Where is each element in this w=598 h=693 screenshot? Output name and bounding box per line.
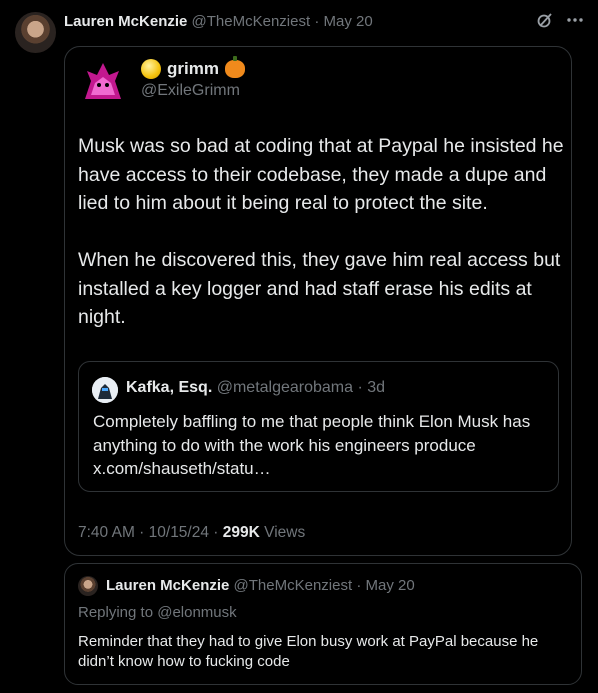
post-timestamp[interactable]: 7:40 AM · 10/15/24 · [78, 524, 223, 541]
quoted-post-header: Kafka, Esq. @metalgearobama · 3d [126, 379, 385, 397]
quoted-author-handle[interactable]: @metalgearobama [217, 379, 353, 396]
separator: · [357, 379, 363, 396]
reply-author-handle[interactable]: @TheMcKenziest [234, 577, 353, 594]
embedded-author-avatar[interactable] [77, 55, 129, 107]
author-avatar[interactable] [15, 12, 56, 53]
embedded-author-name[interactable]: grimm [167, 59, 219, 79]
reply-date[interactable]: May 20 [366, 577, 415, 594]
views-count: 299K [222, 524, 260, 541]
reply-text: Reminder that they had to give Elon busy… [78, 633, 539, 670]
reply-header: Lauren McKenzie @TheMcKenziest · May 20 [106, 577, 415, 594]
views-label: Views [259, 524, 306, 541]
post-actions [536, 11, 584, 34]
post-meta: 7:40 AM · 10/15/24 · 299K Views [78, 524, 305, 542]
embedded-post-text: Musk was so bad at coding that at Paypal… [78, 135, 564, 328]
author-handle[interactable]: @TheMcKenziest [192, 13, 311, 30]
more-icon[interactable] [566, 11, 584, 34]
post-date[interactable]: May 20 [324, 13, 373, 30]
replying-to[interactable]: Replying to @elonmusk [78, 604, 237, 621]
coin-icon [141, 59, 161, 79]
grok-icon[interactable] [536, 11, 554, 34]
separator: · [356, 577, 362, 594]
quoted-post-text: Completely baffling to me that people th… [93, 412, 531, 478]
quoted-author-name[interactable]: Kafka, Esq. [126, 379, 212, 396]
separator: · [314, 13, 320, 30]
quoted-author-avatar[interactable] [92, 377, 118, 403]
reply-author-name[interactable]: Lauren McKenzie [106, 577, 229, 594]
post-header: Lauren McKenzie @TheMcKenziest · May 20 [64, 13, 373, 30]
author-name[interactable]: Lauren McKenzie [64, 13, 187, 30]
embedded-author: grimm [141, 56, 245, 79]
embedded-author-handle[interactable]: @ExileGrimm [141, 82, 240, 100]
reply-author-avatar[interactable] [78, 576, 98, 596]
quoted-post-age[interactable]: 3d [367, 379, 385, 396]
pumpkin-icon [224, 56, 245, 78]
